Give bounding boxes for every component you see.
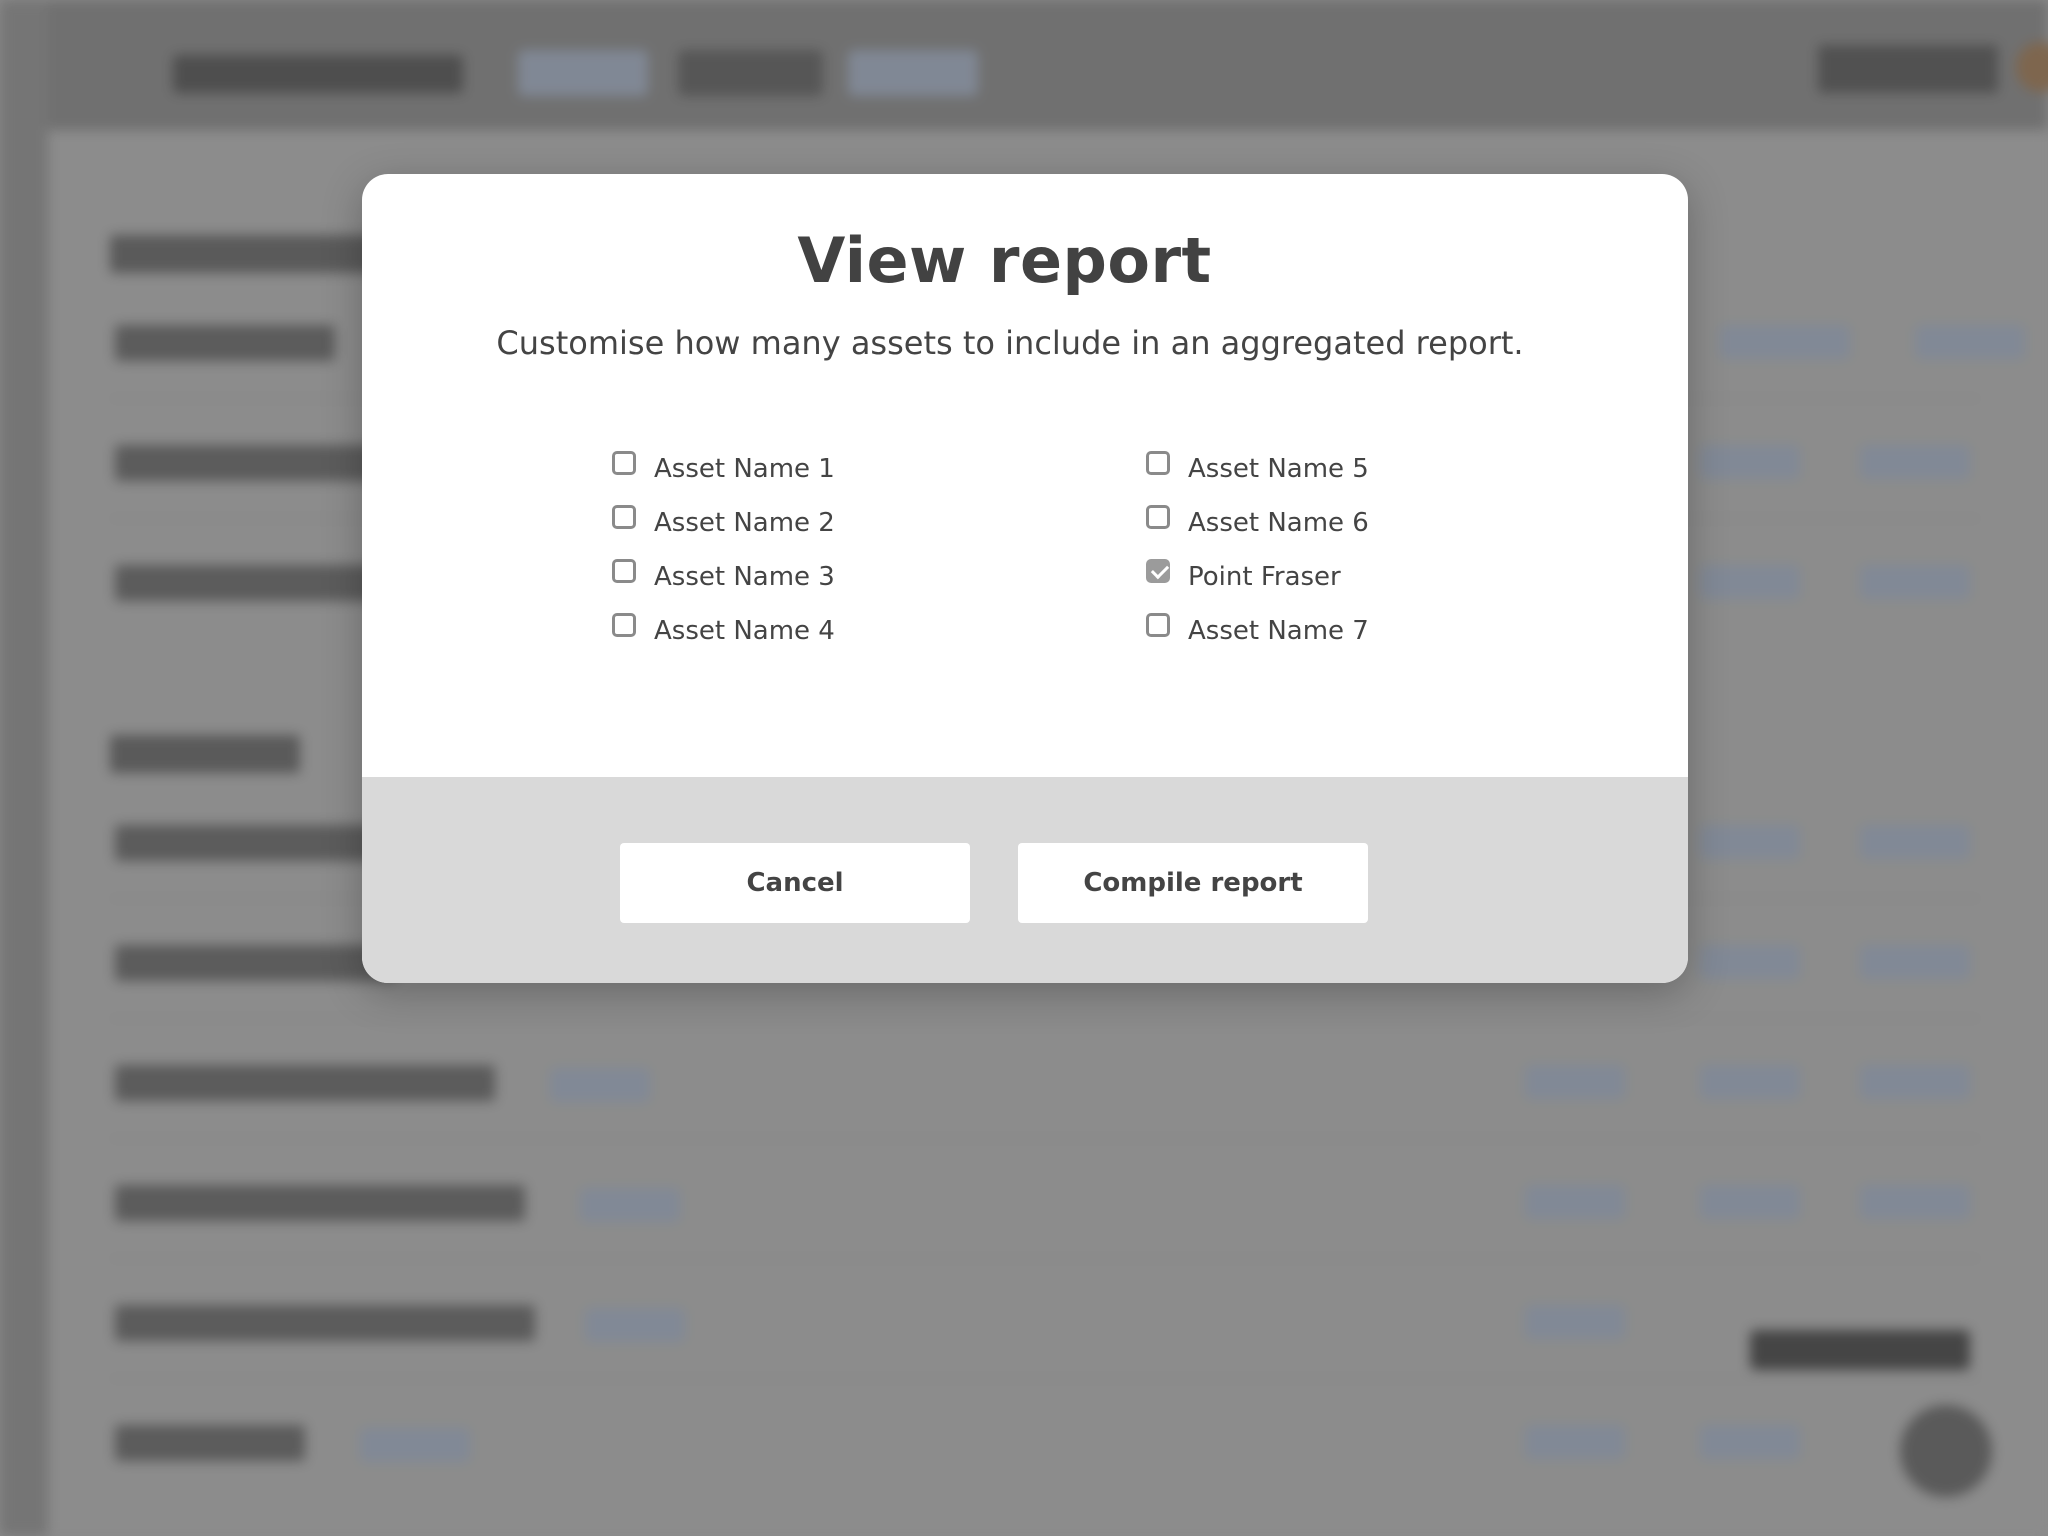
checkbox[interactable]	[612, 451, 636, 475]
asset-option[interactable]: Asset Name 3	[612, 550, 1032, 604]
view-report-dialog: View report Customise how many assets to…	[362, 174, 1688, 983]
compile-report-button[interactable]: Compile report	[1018, 843, 1368, 923]
checkbox[interactable]	[1146, 451, 1170, 475]
asset-option[interactable]: Point Fraser	[1146, 550, 1566, 604]
asset-option-label: Asset Name 3	[654, 562, 835, 592]
asset-option-label: Asset Name 6	[1188, 508, 1369, 538]
asset-option-label: Point Fraser	[1188, 562, 1341, 592]
asset-option[interactable]: Asset Name 1	[612, 442, 1032, 496]
dialog-description: Customise how many assets to include in …	[496, 324, 1524, 362]
asset-option-label: Asset Name 1	[654, 454, 835, 484]
checkbox[interactable]	[1146, 505, 1170, 529]
asset-option[interactable]: Asset Name 6	[1146, 496, 1566, 550]
asset-options-left-column: Asset Name 1 Asset Name 2 Asset Name 3 A…	[612, 442, 1032, 658]
checkbox[interactable]	[612, 559, 636, 583]
asset-option[interactable]: Asset Name 7	[1146, 604, 1566, 658]
asset-options: Asset Name 1 Asset Name 2 Asset Name 3 A…	[612, 442, 1512, 682]
asset-option-label: Asset Name 7	[1188, 616, 1369, 646]
asset-option[interactable]: Asset Name 5	[1146, 442, 1566, 496]
checkbox[interactable]	[612, 613, 636, 637]
asset-option[interactable]: Asset Name 2	[612, 496, 1032, 550]
asset-option-label: Asset Name 2	[654, 508, 835, 538]
checkbox[interactable]	[612, 505, 636, 529]
checkbox[interactable]	[1146, 613, 1170, 637]
asset-option-label: Asset Name 5	[1188, 454, 1369, 484]
checkbox-checked[interactable]	[1146, 559, 1170, 583]
cancel-button[interactable]: Cancel	[620, 843, 970, 923]
dialog-footer: Cancel Compile report	[362, 777, 1688, 983]
asset-option[interactable]: Asset Name 4	[612, 604, 1032, 658]
asset-option-label: Asset Name 4	[654, 616, 835, 646]
asset-options-right-column: Asset Name 5 Asset Name 6 Point Fraser A…	[1146, 442, 1566, 658]
dialog-title: View report	[797, 224, 1212, 297]
